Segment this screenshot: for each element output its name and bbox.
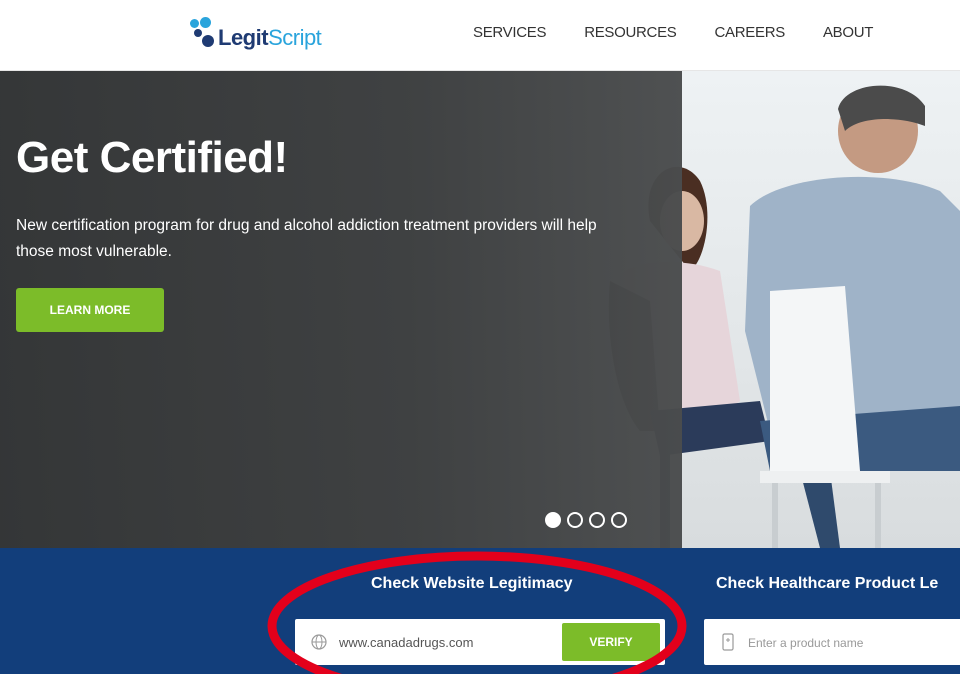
hero-description: New certification program for drug and a… bbox=[16, 217, 597, 260]
legitscript-logo[interactable]: Legit Script bbox=[188, 14, 322, 54]
product-input[interactable]: Enter a product name bbox=[748, 636, 863, 650]
website-check-title: Check Website Legitimacy bbox=[371, 575, 573, 592]
verify-button[interactable]: VERIFY bbox=[562, 623, 660, 661]
site-header: Legit Script SERVICES RESOURCES CAREERS A… bbox=[0, 0, 960, 71]
nav-resources[interactable]: RESOURCES bbox=[584, 24, 677, 41]
product-check-title: Check Healthcare Product Le bbox=[716, 575, 939, 592]
logo-legit: Legit bbox=[218, 25, 269, 50]
globe-icon bbox=[311, 634, 327, 650]
product-icon bbox=[722, 633, 734, 651]
logo-script: Script bbox=[268, 25, 322, 50]
nav-about[interactable]: ABOUT bbox=[823, 24, 873, 41]
nav-services[interactable]: SERVICES bbox=[473, 24, 546, 41]
website-search: www.canadadrugs.com VERIFY bbox=[295, 619, 665, 665]
nav-careers[interactable]: CAREERS bbox=[715, 24, 786, 41]
product-search: Enter a product name bbox=[704, 619, 960, 665]
logo-text: Legit Script bbox=[218, 25, 322, 51]
website-input[interactable]: www.canadadrugs.com bbox=[339, 635, 473, 650]
hero-title: Get Certified! bbox=[16, 133, 288, 182]
slide-dot-1[interactable] bbox=[545, 512, 561, 528]
main-nav: SERVICES RESOURCES CAREERS ABOUT bbox=[473, 24, 911, 41]
slide-dot-2[interactable] bbox=[567, 512, 583, 528]
check-band: Check Website Legitimacy www.canadadrugs… bbox=[0, 548, 960, 674]
slider-dots bbox=[545, 512, 633, 528]
logo-dots-icon bbox=[188, 17, 214, 51]
slide-dot-4[interactable] bbox=[611, 512, 627, 528]
slide-dot-3[interactable] bbox=[589, 512, 605, 528]
learn-more-button[interactable]: LEARN MORE bbox=[16, 288, 164, 332]
hero-slider: Get Certified! New certification program… bbox=[0, 71, 960, 548]
